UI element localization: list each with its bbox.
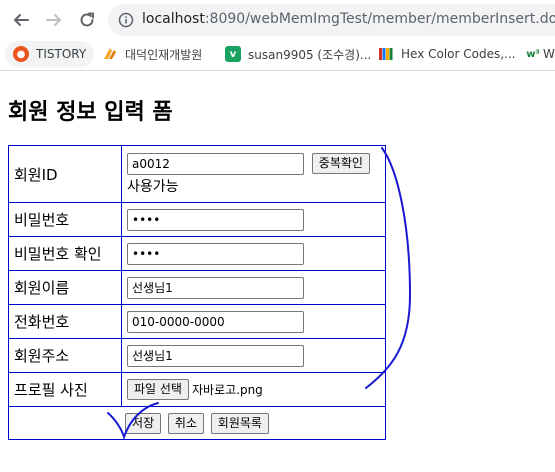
- arrow-right-icon: [46, 14, 61, 26]
- password-input[interactable]: [127, 208, 304, 231]
- bookmark-hex-color[interactable]: Hex Color Codes,...: [378, 41, 516, 67]
- availability-text: 사용가능: [127, 178, 179, 195]
- password-label: 비밀번호: [8, 202, 122, 237]
- member-id-input[interactable]: [127, 152, 304, 175]
- password-confirm-cell: [121, 236, 386, 271]
- reload-button[interactable]: [75, 8, 99, 32]
- member-id-row: 회원ID 중복확인 사용가능: [8, 145, 386, 203]
- bookmark-label: 대덕인재개발원: [125, 47, 203, 62]
- bookmark-label: TISTORY: [36, 47, 87, 61]
- back-button[interactable]: [9, 8, 33, 32]
- phone-row: 전화번호: [8, 304, 386, 339]
- info-icon[interactable]: [118, 12, 134, 28]
- member-id-cell: 중복확인 사용가능: [121, 145, 386, 203]
- bookmark-w[interactable]: w³ W: [526, 41, 555, 67]
- bookmarks-bar: ● TISTORY 대덕인재개발원 v susan9905 (조수경)... H…: [0, 38, 555, 71]
- address-row: 회원주소: [8, 338, 386, 373]
- browser-toolbar: localhost:8090/webMemImgTest/member/memb…: [0, 0, 555, 38]
- password-confirm-row: 비밀번호 확인: [8, 236, 386, 271]
- phone-input[interactable]: [127, 310, 304, 333]
- url-text: localhost:8090/webMemImgTest/member/memb…: [142, 11, 555, 27]
- v-icon: v: [225, 46, 241, 62]
- file-select-button[interactable]: 파일 선택: [127, 379, 189, 400]
- url-path: :8090/webMemImgTest/member/memberInsert.…: [204, 11, 555, 27]
- bookmark-label: W: [543, 47, 555, 61]
- url-host: localhost: [142, 11, 205, 27]
- name-input[interactable]: [127, 276, 304, 299]
- member-id-label: 회원ID: [8, 145, 122, 203]
- phone-label: 전화번호: [8, 304, 122, 339]
- address-cell: [121, 338, 386, 373]
- book-icon: [378, 46, 394, 62]
- reload-icon: [80, 12, 94, 27]
- name-cell: [121, 270, 386, 305]
- bookmark-daedeok[interactable]: 대덕인재개발원: [102, 41, 202, 67]
- member-list-button[interactable]: 회원목록: [210, 412, 269, 434]
- name-label: 회원이름: [8, 270, 122, 305]
- arrow-left-icon: [14, 14, 29, 26]
- cancel-button[interactable]: 취소: [167, 412, 204, 434]
- address-label: 회원주소: [8, 338, 122, 373]
- photo-cell: 파일 선택 자바로고.png: [121, 372, 386, 407]
- bookmark-susan[interactable]: v susan9905 (조수경)...: [225, 41, 371, 67]
- bookmark-tistory[interactable]: ● TISTORY: [5, 41, 95, 67]
- actions-cell: 저장 취소 회원목록: [8, 406, 386, 440]
- phone-cell: [121, 304, 386, 339]
- photo-row: 프로필 사진 파일 선택 자바로고.png: [8, 372, 386, 407]
- password-row: 비밀번호: [8, 202, 386, 237]
- name-row: 회원이름: [8, 270, 386, 305]
- file-name-text: 자바로고.png: [191, 383, 263, 397]
- actions-row: 저장 취소 회원목록: [8, 406, 386, 440]
- password-confirm-input[interactable]: [127, 242, 304, 265]
- daedeok-icon: [102, 46, 118, 62]
- forward-button[interactable]: [42, 8, 66, 32]
- bookmark-label: Hex Color Codes,...: [401, 47, 516, 61]
- tistory-icon: ●: [13, 46, 29, 62]
- password-cell: [121, 202, 386, 237]
- address-input[interactable]: [127, 344, 304, 367]
- member-form-table: 회원ID 중복확인 사용가능 비밀번호 비밀번호 확인 회원이름 전화번호 회원…: [8, 145, 386, 440]
- dup-check-button[interactable]: 중복확인: [311, 153, 370, 174]
- password-confirm-label: 비밀번호 확인: [8, 236, 122, 271]
- address-bar[interactable]: localhost:8090/webMemImgTest/member/memb…: [108, 4, 555, 36]
- bookmark-label: susan9905 (조수경)...: [248, 47, 372, 62]
- page-title: 회원 정보 입력 폼: [8, 100, 173, 125]
- save-button[interactable]: 저장: [125, 412, 162, 434]
- photo-label: 프로필 사진: [8, 372, 122, 407]
- w3-icon: w³: [526, 48, 540, 60]
